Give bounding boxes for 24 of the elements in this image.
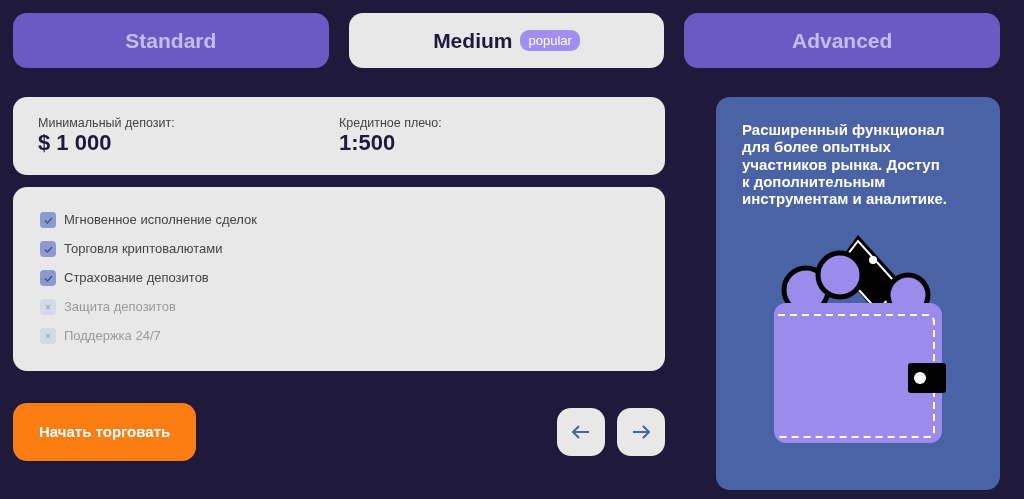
description-text: Расширенный функционал для более опытных участников рынка. Доступ к дополнительным инструментам и аналитике. (742, 121, 947, 208)
feature-label: Мгновенное исполнение сделок (64, 211, 257, 230)
popular-badge: popular (520, 29, 580, 52)
plan-tab[interactable]: Medium popular (348, 13, 665, 68)
check-icon (43, 245, 53, 253)
stat-value: $ 1 000 (38, 130, 113, 155)
cross-icon (45, 333, 51, 339)
stat-label: Кредитное плечо: (339, 117, 443, 131)
feature-label: Торговля криптовалютами (64, 240, 223, 259)
plan-tab[interactable]: Standard (13, 13, 329, 68)
feature-label: Страхование депозитов (64, 269, 209, 288)
previous-button[interactable] (557, 408, 605, 456)
stat-value: 1:500 (339, 130, 396, 155)
next-button[interactable] (617, 408, 665, 456)
start-trading-button[interactable]: Начать торговать (13, 403, 197, 461)
arrow-right-icon (632, 425, 650, 439)
feature-label: Защита депозитов (64, 298, 176, 317)
arrow-left-icon (572, 425, 590, 439)
plan-tab[interactable]: Advanced (684, 13, 1000, 68)
cross-icon (45, 304, 51, 310)
stat-label: Минимальный депозит: (38, 117, 176, 131)
check-icon (43, 274, 53, 282)
check-icon (43, 216, 53, 224)
feature-label: Поддержка 24/7 (64, 327, 161, 346)
